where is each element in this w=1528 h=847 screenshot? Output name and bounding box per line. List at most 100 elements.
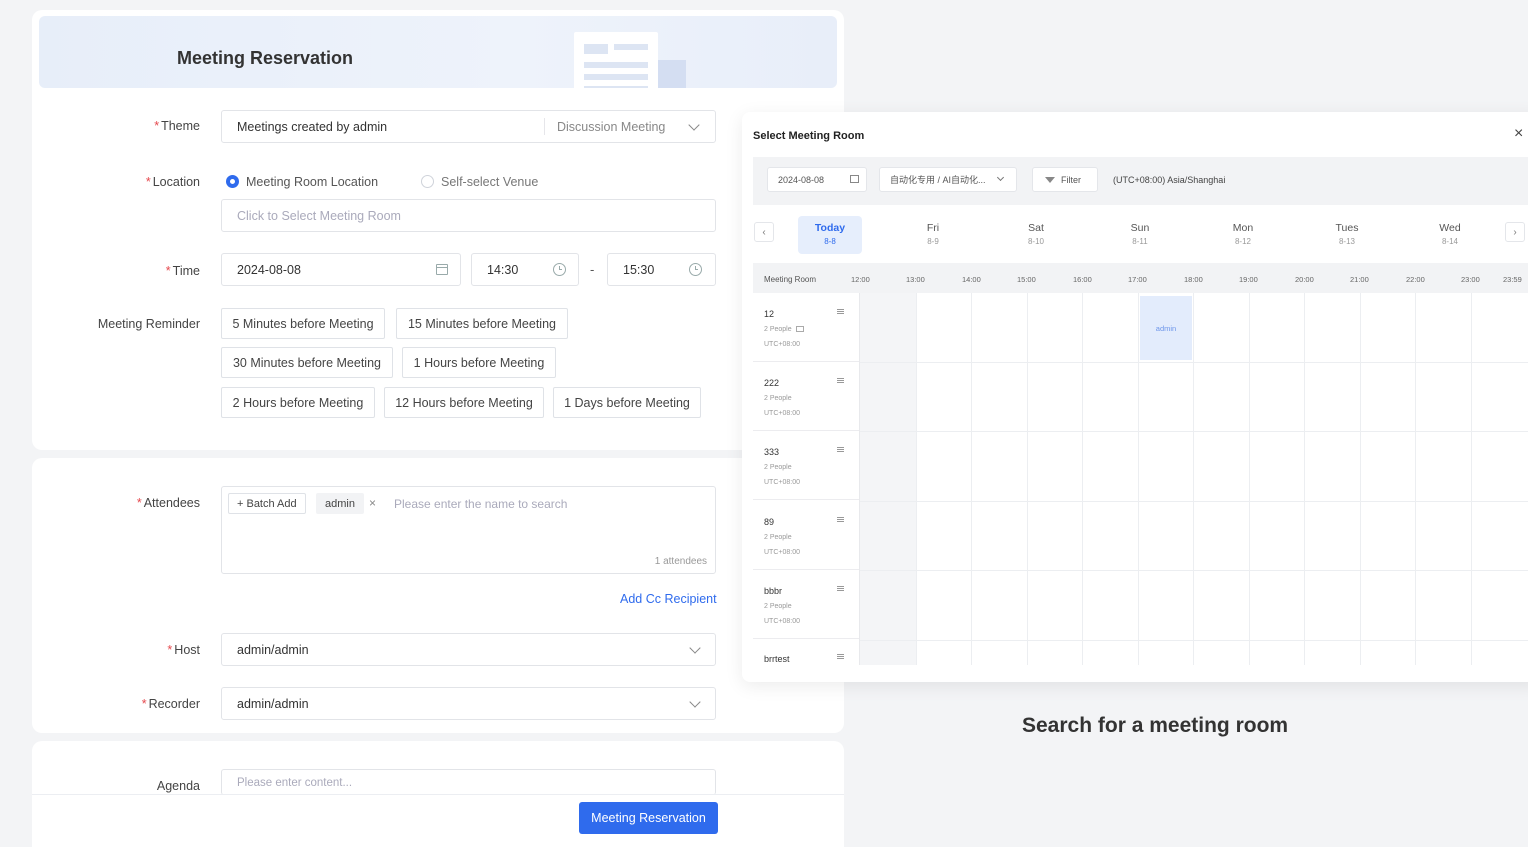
day-tab[interactable]: Tues 8-13: [1315, 216, 1379, 254]
room-row[interactable]: bbbr 2 People UTC+08:00: [753, 570, 859, 639]
meeting-reservation-button[interactable]: Meeting Reservation: [579, 802, 718, 834]
grid-line: [1360, 293, 1361, 665]
filter-icon: [1045, 177, 1055, 183]
radio-self-select[interactable]: [421, 175, 434, 188]
theme-label: * Theme: [154, 119, 200, 133]
organization-value: 自动化专用 / AI自动化...: [890, 175, 986, 185]
booking-block[interactable]: admin: [1140, 296, 1192, 360]
room-capacity: 2 People: [764, 534, 792, 541]
reminder-label: Meeting Reminder: [97, 317, 200, 331]
host-label: * Host: [167, 643, 200, 657]
day-name: Today: [814, 222, 846, 234]
prev-week-button[interactable]: ‹: [754, 222, 774, 242]
meeting-type-select[interactable]: Discussion Meeting: [557, 120, 665, 134]
end-time-value: 15:30: [623, 262, 655, 277]
form-card-people: * Attendees + Batch Add admin × Please en…: [32, 458, 844, 733]
dialog-title: Select Meeting Room: [753, 130, 865, 142]
room-row[interactable]: brrtest: [753, 640, 859, 682]
room-row[interactable]: 333 2 People UTC+08:00: [753, 431, 859, 500]
document-illustration-back: [658, 60, 686, 88]
grid-line: [1304, 293, 1305, 665]
day-date: 8-13: [1338, 237, 1355, 246]
organization-select[interactable]: 自动化专用 / AI自动化...: [879, 167, 1017, 192]
room-timezone: UTC+08:00: [764, 410, 800, 417]
room-detail-icon[interactable]: [837, 378, 844, 383]
day-tab[interactable]: Fri 8-9: [901, 216, 965, 254]
form-card-agenda: Agenda Please enter content... Meeting R…: [32, 741, 844, 847]
grid-line: [1138, 293, 1139, 665]
theme-value: Meetings created by admin: [237, 119, 388, 134]
remove-attendee-icon[interactable]: ×: [369, 496, 376, 510]
attendees-count: 1 attendees: [654, 556, 707, 567]
end-time-picker[interactable]: 15:30: [607, 253, 716, 286]
grid-line: [1415, 293, 1416, 665]
room-detail-icon[interactable]: [837, 447, 844, 452]
reminder-option[interactable]: 30 Minutes before Meeting: [221, 347, 393, 378]
radio-meeting-room-label: Meeting Room Location: [246, 175, 379, 189]
room-row[interactable]: 222 2 People UTC+08:00: [753, 362, 859, 431]
agenda-label: Agenda: [156, 779, 200, 793]
attendee-tag: admin: [316, 493, 364, 514]
chevron-down-icon: [688, 119, 700, 131]
document-illustration: [574, 32, 658, 88]
host-value: admin/admin: [237, 642, 309, 657]
screen-icon: [795, 326, 804, 332]
room-detail-icon[interactable]: [837, 654, 844, 659]
add-cc-recipient-link[interactable]: Add Cc Recipient: [620, 592, 717, 606]
batch-add-button[interactable]: + Batch Add: [228, 493, 306, 514]
reminder-option[interactable]: 15 Minutes before Meeting: [396, 308, 568, 339]
reminder-option[interactable]: 1 Hours before Meeting: [402, 347, 556, 378]
reminder-option[interactable]: 5 Minutes before Meeting: [221, 308, 385, 339]
past-time-shade: [860, 293, 916, 665]
day-tab[interactable]: Wed 8-14: [1418, 216, 1482, 254]
theme-input[interactable]: Meetings created by admin Discussion Mee…: [221, 110, 716, 143]
day-tab[interactable]: Sun 8-11: [1108, 216, 1172, 254]
theme-separator: [544, 118, 545, 135]
room-detail-icon[interactable]: [837, 309, 844, 314]
day-tab[interactable]: Mon 8-12: [1211, 216, 1275, 254]
day-tab-today[interactable]: Today 8-8: [798, 216, 862, 254]
day-tab[interactable]: Sat 8-10: [1004, 216, 1068, 254]
grid-line: [1027, 293, 1028, 665]
room-toolbar: 2024-08-08 自动化专用 / AI自动化... Filter (UTC+…: [753, 157, 1528, 205]
reminder-option[interactable]: 1 Days before Meeting: [553, 387, 701, 418]
start-time-picker[interactable]: 14:30: [471, 253, 579, 286]
room-row[interactable]: 89 2 People UTC+08:00: [753, 501, 859, 570]
attendees-input[interactable]: + Batch Add admin × Please enter the nam…: [221, 486, 716, 574]
form-title: Meeting Reservation: [177, 48, 354, 68]
reminder-option[interactable]: 2 Hours before Meeting: [221, 387, 375, 418]
day-date: 8-9: [927, 237, 939, 246]
attendees-label: * Attendees: [136, 496, 200, 510]
radio-meeting-room[interactable]: [226, 175, 239, 188]
filter-button[interactable]: Filter: [1032, 167, 1098, 192]
hour-label: 15:00: [1017, 275, 1036, 284]
day-name: Sun: [1130, 222, 1150, 234]
hour-label: 13:00: [906, 275, 925, 284]
room-list: 12 2 People UTC+08:00 222 2 People UTC+0…: [753, 293, 860, 665]
hour-label: 22:00: [1406, 275, 1425, 284]
form-banner: Meeting Reservation: [39, 16, 837, 88]
grid-line: [1193, 293, 1194, 665]
hour-label: 23:00: [1461, 275, 1480, 284]
day-date: 8-11: [1132, 237, 1148, 246]
host-select[interactable]: admin/admin: [221, 633, 716, 666]
recorder-select[interactable]: admin/admin: [221, 687, 716, 720]
room-detail-icon[interactable]: [837, 517, 844, 522]
room-date-picker[interactable]: 2024-08-08: [767, 167, 867, 192]
room-name: bbbr: [764, 586, 783, 596]
room-detail-icon[interactable]: [837, 586, 844, 591]
room-timezone: UTC+08:00: [764, 479, 800, 486]
close-icon[interactable]: ×: [1514, 125, 1523, 143]
room-row[interactable]: 12 2 People UTC+08:00: [753, 293, 859, 362]
meeting-room-picker[interactable]: Click to Select Meeting Room: [221, 199, 716, 232]
hour-label: 20:00: [1295, 275, 1314, 284]
reminder-option[interactable]: 12 Hours before Meeting: [384, 387, 544, 418]
radio-self-select-label: Self-select Venue: [441, 175, 539, 189]
chevron-down-icon: [689, 642, 701, 654]
agenda-placeholder: Please enter content...: [237, 776, 353, 789]
room-capacity: 2 People: [764, 603, 792, 610]
next-week-button[interactable]: ›: [1505, 222, 1525, 242]
select-room-dialog: Select Meeting Room × 2024-08-08 自动化专用 /…: [742, 112, 1528, 682]
date-picker[interactable]: 2024-08-08: [221, 253, 461, 286]
agenda-textarea[interactable]: Please enter content...: [221, 769, 716, 795]
